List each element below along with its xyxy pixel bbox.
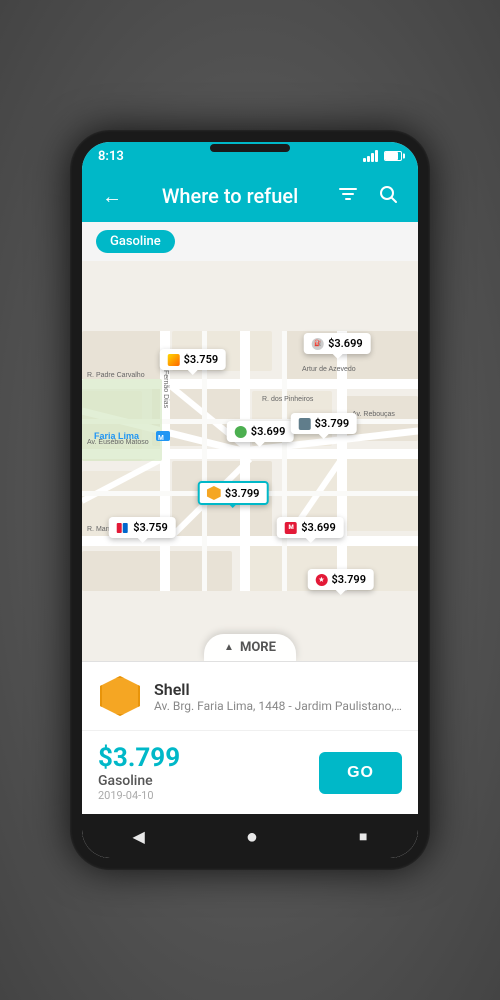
svg-text:M: M bbox=[158, 435, 164, 442]
svg-text:Av. Rebouças: Av. Rebouças bbox=[352, 411, 395, 418]
map-pin-8[interactable]: $3.799 bbox=[307, 569, 374, 590]
nav-home-icon[interactable]: ● bbox=[246, 824, 258, 849]
back-button[interactable]: ← bbox=[98, 184, 126, 209]
map-pin-5-shell[interactable]: $3.799 bbox=[198, 481, 269, 505]
page-title: Where to refuel bbox=[138, 184, 322, 208]
price-info: $3.799 Gasoline 2019-04-10 bbox=[98, 743, 180, 802]
signal-icon bbox=[363, 150, 378, 162]
more-label: MORE bbox=[240, 640, 276, 655]
more-button[interactable]: ▲ MORE bbox=[204, 634, 296, 661]
price-display: $3.799 bbox=[98, 743, 180, 773]
search-button[interactable] bbox=[374, 184, 402, 209]
station-info: Shell Av. Brg. Faria Lima, 1448 - Jardim… bbox=[82, 662, 418, 731]
station-name: Shell bbox=[154, 680, 402, 699]
svg-text:Faria Lima: Faria Lima bbox=[94, 431, 140, 441]
fuel-date: 2019-04-10 bbox=[98, 789, 180, 802]
station-logo bbox=[100, 676, 140, 716]
status-time: 8:13 bbox=[98, 149, 124, 164]
price-row: $3.799 Gasoline 2019-04-10 GO bbox=[82, 731, 418, 814]
filter-bar: Gasoline bbox=[82, 222, 418, 261]
fuel-type: Gasoline bbox=[98, 773, 180, 789]
station-details: Shell Av. Brg. Faria Lima, 1448 - Jardim… bbox=[154, 680, 402, 713]
app-bar: ← Where to refuel bbox=[82, 170, 418, 222]
bottom-card: Shell Av. Brg. Faria Lima, 1448 - Jardim… bbox=[82, 661, 418, 814]
battery-icon bbox=[384, 151, 402, 161]
filter-button[interactable] bbox=[334, 186, 362, 206]
go-button[interactable]: GO bbox=[319, 752, 402, 794]
map-container[interactable]: R. Padre Carvalho Av. Eusébio Matoso R. … bbox=[82, 261, 418, 661]
map-pin-4[interactable]: $3.799 bbox=[291, 413, 358, 434]
map-pin-2[interactable]: ⛽ $3.699 bbox=[304, 333, 371, 354]
svg-text:R. Padre Carvalho: R. Padre Carvalho bbox=[87, 372, 145, 379]
gasoline-chip[interactable]: Gasoline bbox=[96, 230, 175, 253]
map-pin-1[interactable]: $3.759 bbox=[160, 349, 227, 370]
nav-recents-icon[interactable]: ■ bbox=[359, 828, 367, 845]
map-pin-6[interactable]: $3.759 bbox=[109, 517, 176, 538]
map-pin-3[interactable]: $3.699 bbox=[227, 421, 294, 442]
nav-back-icon[interactable]: ◀ bbox=[133, 827, 145, 846]
svg-text:R. dos Pinheiros: R. dos Pinheiros bbox=[262, 396, 314, 403]
map-pin-7[interactable]: M $3.699 bbox=[277, 517, 344, 538]
nav-bar: ◀ ● ■ bbox=[82, 814, 418, 858]
map-svg: R. Padre Carvalho Av. Eusébio Matoso R. … bbox=[82, 261, 418, 661]
svg-text:Artur de Azevedo: Artur de Azevedo bbox=[302, 366, 356, 373]
status-icons bbox=[363, 150, 402, 162]
station-address: Av. Brg. Faria Lima, 1448 - Jardim Pauli… bbox=[154, 699, 402, 713]
